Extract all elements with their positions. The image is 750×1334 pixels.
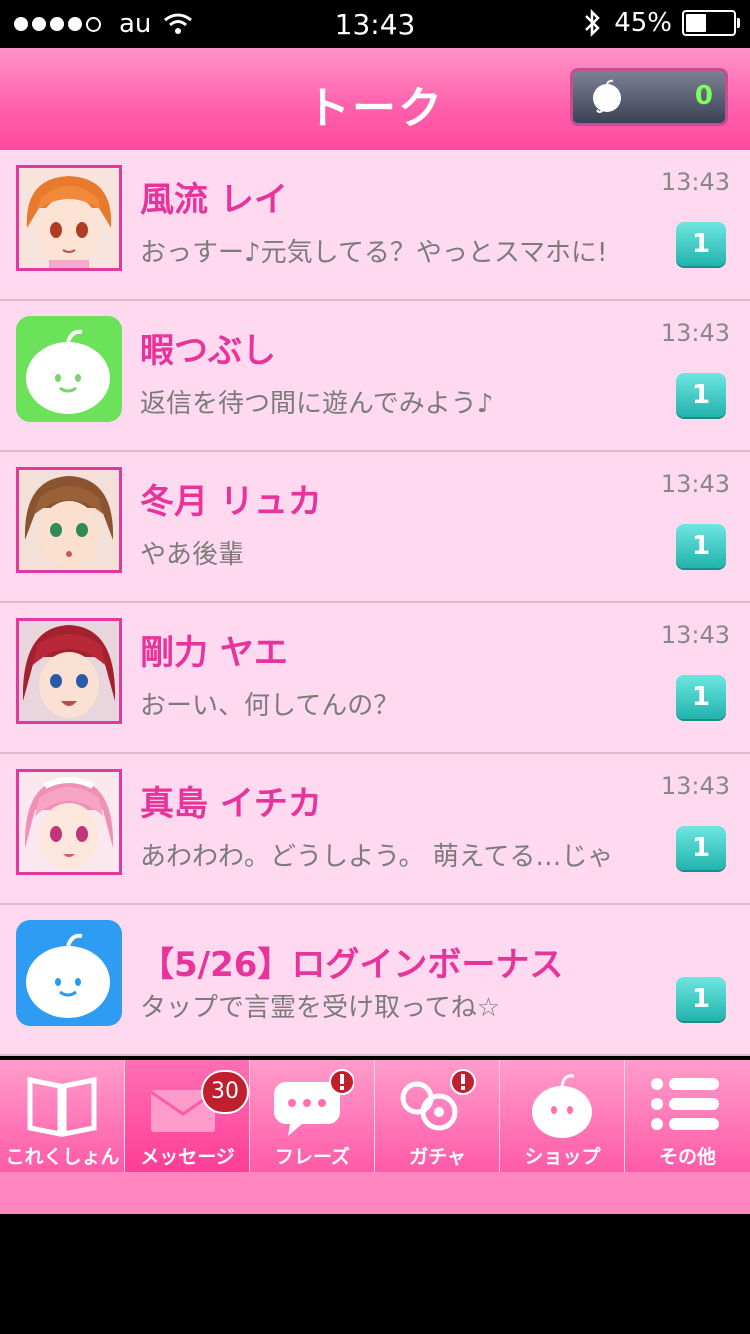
conversation-row[interactable]: 冬月 リュカ やあ後輩 13:43 1 [0, 452, 750, 603]
conversation-row[interactable]: 暇つぶし 返信を待つ間に遊んでみよう♪ 13:43 1 [0, 301, 750, 452]
currency-icon [593, 79, 621, 113]
message-time: 13:43 [660, 168, 730, 196]
bottom-strip [0, 1172, 750, 1214]
message-preview: おっすー♪元気してる？やっとスマホに! [140, 238, 608, 268]
tab-gacha[interactable]: ガチャ [375, 1060, 500, 1172]
contact-name: 真島 イチカ [140, 784, 322, 824]
contact-name: 【5/26】ログインボーナス [140, 945, 564, 985]
tab-label: これくしょん [5, 1146, 120, 1168]
conversation-row[interactable]: 風流 レイ おっすー♪元気してる？やっとスマホに! 13:43 1 [0, 150, 750, 301]
tab-messages[interactable]: 30 メッセージ [125, 1060, 250, 1172]
conversation-row[interactable]: 剛力 ヤエ おーい、何してんの？ 13:43 1 [0, 603, 750, 754]
menu-list-icon [651, 1078, 719, 1130]
conversation-row[interactable]: 【5/26】ログインボーナス タップで言霊を受け取ってね☆ 1 [0, 905, 750, 1056]
contact-name: 暇つぶし [140, 331, 276, 371]
unread-badge: 1 [676, 524, 726, 568]
currency-count: 0 [694, 81, 713, 111]
tab-collection[interactable]: これくしょん [0, 1060, 125, 1172]
unread-badge: 1 [676, 373, 726, 417]
contact-name: 剛力 ヤエ [140, 633, 288, 673]
avatar [16, 467, 122, 573]
speech-bubble-icon [274, 1069, 354, 1136]
book-icon [27, 1076, 97, 1138]
message-time: 13:43 [660, 470, 730, 498]
battery-percent: 45% [614, 8, 672, 38]
message-preview: やあ後輩 [140, 540, 245, 570]
tab-bar: これくしょん 30 メッセージ フレーズ ガチャ ショップ その他 [0, 1060, 750, 1172]
avatar [16, 769, 122, 875]
app-icon [16, 316, 122, 422]
header: トーク 0 [0, 48, 750, 150]
unread-badge: 1 [676, 675, 726, 719]
tab-label: その他 [658, 1146, 716, 1168]
message-time: 13:43 [660, 621, 730, 649]
tab-label: ガチャ [409, 1146, 466, 1168]
mascot-icon [532, 1074, 592, 1138]
message-preview: タップで言霊を受け取ってね☆ [140, 993, 501, 1023]
message-time: 13:43 [660, 319, 730, 347]
avatar [16, 165, 122, 271]
bluetooth-icon [585, 8, 600, 38]
tab-phrases[interactable]: フレーズ [250, 1060, 375, 1172]
currency-box[interactable]: 0 [570, 68, 728, 126]
unread-badge: 1 [676, 222, 726, 266]
tab-shop[interactable]: ショップ [500, 1060, 625, 1172]
message-time: 13:43 [660, 772, 730, 800]
app-icon [16, 920, 122, 1026]
contact-name: 冬月 リュカ [140, 482, 322, 522]
message-preview: おーい、何してんの？ [140, 691, 400, 721]
tab-other[interactable]: その他 [625, 1060, 750, 1172]
status-bar: au 13:43 45% [0, 0, 750, 48]
tab-label: ショップ [524, 1146, 601, 1168]
screen-bottom-area [0, 1214, 750, 1334]
tab-label: フレーズ [274, 1146, 351, 1168]
conversation-row[interactable]: 真島 イチカ あわわわ。どうしよう。 萌えてる…じゃ 13:43 1 [0, 754, 750, 905]
contact-name: 風流 レイ [140, 180, 288, 220]
battery-icon [682, 10, 740, 36]
avatar [16, 618, 122, 724]
gacha-icon [400, 1069, 476, 1131]
message-preview: 返信を待つ間に遊んでみよう♪ [140, 389, 494, 419]
unread-badge: 1 [676, 977, 726, 1021]
conversation-list: 風流 レイ おっすー♪元気してる？やっとスマホに! 13:43 1 暇つぶし 返… [0, 150, 750, 1056]
message-preview: あわわわ。どうしよう。 萌えてる…じゃ [140, 842, 614, 872]
unread-badge: 1 [676, 826, 726, 870]
tab-label: メッセージ [140, 1146, 235, 1168]
message-count-badge: 30 [201, 1070, 249, 1114]
